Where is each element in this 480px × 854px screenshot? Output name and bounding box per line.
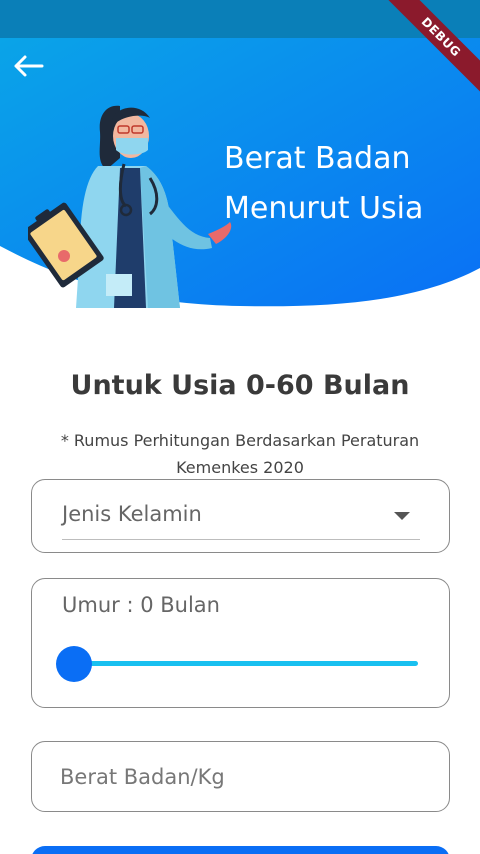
page-title: Untuk Usia 0-60 Bulan xyxy=(70,370,410,401)
age-slider[interactable] xyxy=(56,645,418,683)
status-bar xyxy=(0,0,480,38)
arrow-back-icon xyxy=(14,55,44,77)
gender-dropdown[interactable]: Jenis Kelamin xyxy=(62,498,420,540)
age-label: Umur : 0 Bulan xyxy=(62,593,220,617)
weight-input[interactable] xyxy=(60,760,420,794)
page-header-title: Berat Badan Menurut Usia xyxy=(224,134,464,234)
dropdown-arrow-icon xyxy=(394,512,410,520)
formula-note: * Rumus Perhitungan Berdasarkan Peratura… xyxy=(60,431,420,477)
gender-dropdown-placeholder: Jenis Kelamin xyxy=(62,502,202,526)
back-button[interactable] xyxy=(8,46,48,86)
weight-card xyxy=(31,741,450,812)
age-slider-track[interactable] xyxy=(72,661,418,666)
header-title-line-2: Menurut Usia xyxy=(224,191,424,226)
age-card: Umur : 0 Bulan xyxy=(31,578,450,708)
gender-card: Jenis Kelamin xyxy=(31,479,450,553)
header-banner: Berat Badan Menurut Usia xyxy=(0,38,480,308)
doctor-illustration xyxy=(28,105,232,308)
submit-button[interactable] xyxy=(31,846,450,854)
age-slider-thumb[interactable] xyxy=(56,646,92,682)
header-title-line-1: Berat Badan xyxy=(224,141,411,176)
